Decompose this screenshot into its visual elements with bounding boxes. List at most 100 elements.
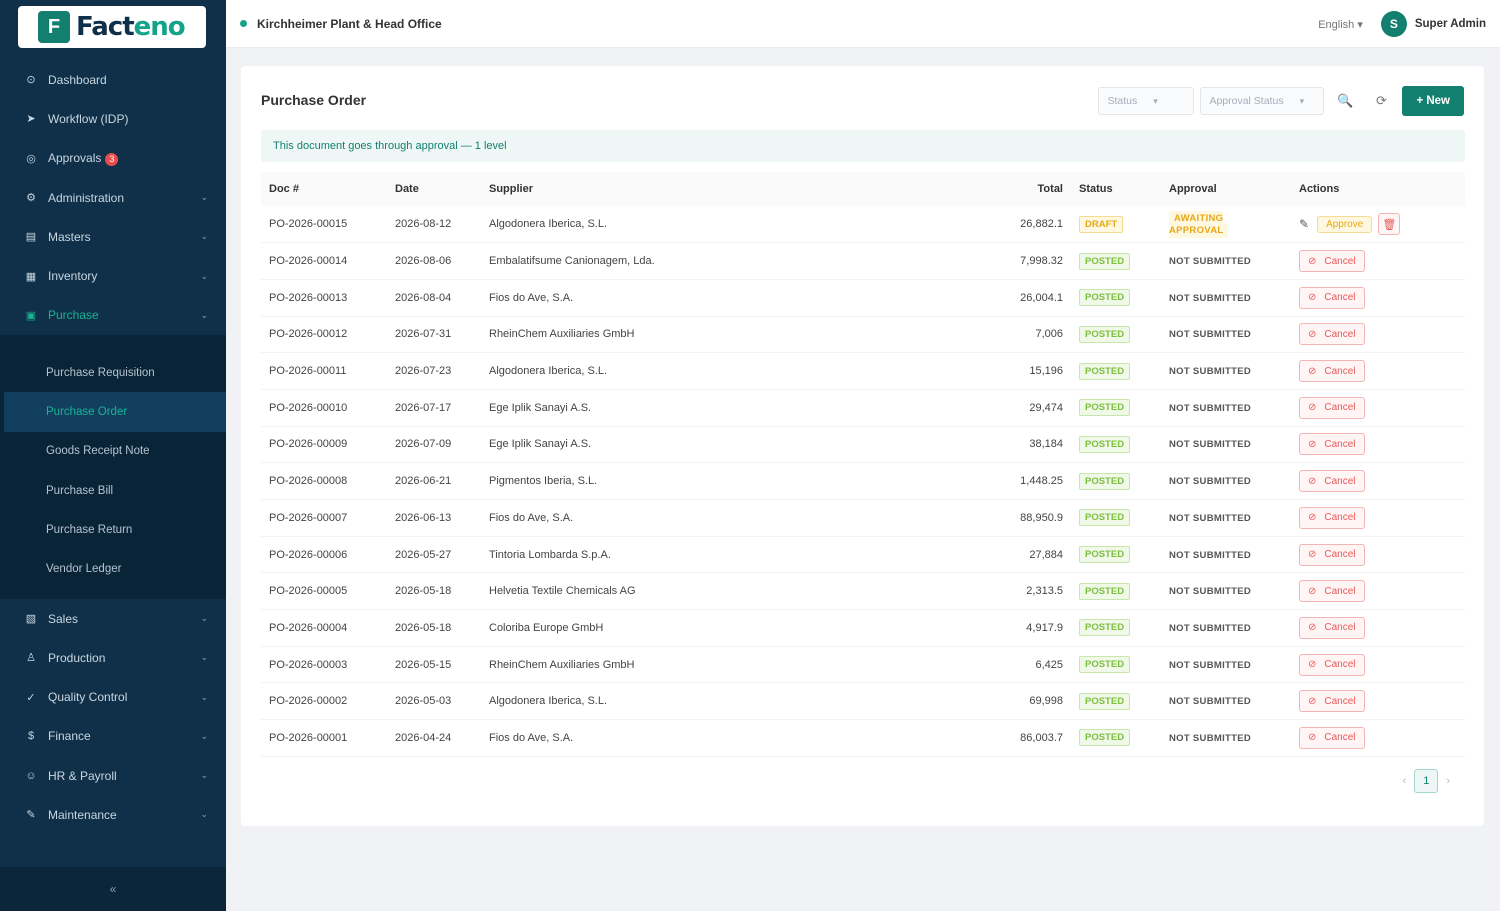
table-row[interactable]: PO-2026-00003 2026-05-15 RheinChem Auxilia…: [261, 646, 1465, 684]
cell-doc[interactable]: PO-2026-00003: [261, 646, 387, 684]
cancel-button[interactable]: ⊘ Cancel: [1299, 286, 1365, 309]
sidebar-subitem-purchase-order[interactable]: Purchase Order: [4, 392, 226, 432]
cell-total: 27,884: [961, 536, 1071, 574]
cell-actions: ⊘ Cancel: [1291, 499, 1465, 537]
cell-approval: NOT SUBMITTED: [1161, 389, 1291, 427]
delete-icon[interactable]: 🗑: [1378, 213, 1401, 236]
edit-icon[interactable]: ✎: [1299, 217, 1309, 231]
user-name[interactable]: Super Admin: [1415, 18, 1486, 30]
sidebar-item-sales[interactable]: ▧ Sales ⌄: [0, 599, 226, 638]
sidebar-item-maintenance[interactable]: ✎ Maintenance ⌄: [0, 795, 226, 834]
nav-icon: ✓: [26, 691, 36, 704]
cancel-button[interactable]: ⊘ Cancel: [1299, 653, 1365, 676]
header-doc[interactable]: Doc #: [261, 172, 387, 206]
sidebar-item-workflow-idp[interactable]: ➤ Workflow (IDP): [0, 99, 226, 138]
cell-doc[interactable]: PO-2026-00015: [261, 206, 387, 244]
sidebar-collapse-button[interactable]: «: [0, 867, 226, 911]
cell-doc[interactable]: PO-2026-00006: [261, 536, 387, 574]
approve-button[interactable]: Approve: [1317, 215, 1373, 233]
table-row[interactable]: PO-2026-00006 2026-05-27 Tintoria Lombarda…: [261, 536, 1465, 574]
cell-doc[interactable]: PO-2026-00010: [261, 389, 387, 427]
table-row[interactable]: PO-2026-00014 2026-08-06 Embalatifsume Can…: [261, 242, 1465, 280]
cancel-button[interactable]: ⊘ Cancel: [1299, 323, 1365, 346]
cell-doc[interactable]: PO-2026-00014: [261, 242, 387, 280]
cancel-button[interactable]: ⊘ Cancel: [1299, 470, 1365, 493]
cell-status: POSTED: [1071, 682, 1161, 721]
sidebar-subitem-purchase-requisition[interactable]: Purchase Requisition: [0, 353, 226, 392]
cell-actions: ⊘ Cancel: [1291, 572, 1465, 611]
cell-doc[interactable]: PO-2026-00002: [261, 682, 387, 721]
sidebar-item-quality-control[interactable]: ✓ Quality Control ⌄: [0, 677, 226, 716]
table-row[interactable]: PO-2026-00001 2026-04-24 Fios do Ave, S.A.…: [261, 719, 1465, 757]
sidebar-item-label: Approvals 3: [48, 151, 208, 166]
refresh-icon[interactable]: ⟳: [1366, 87, 1396, 115]
table-row[interactable]: PO-2026-00005 2026-05-18 Helvetia Textile …: [261, 572, 1465, 611]
header-date[interactable]: Date: [387, 172, 481, 206]
sidebar-item-dashboard[interactable]: ⊙ Dashboard: [0, 60, 226, 99]
cell-doc[interactable]: PO-2026-00009: [261, 426, 387, 464]
table-row[interactable]: PO-2026-00004 2026-05-18 Coloriba Europe G…: [261, 609, 1465, 647]
cancel-button[interactable]: ⊘ Cancel: [1299, 543, 1365, 566]
sidebar-item-hr-payroll[interactable]: ☺ HR & Payroll ⌄: [0, 756, 226, 795]
language-selector[interactable]: English ▾: [1318, 18, 1363, 31]
header-supplier[interactable]: Supplier: [481, 172, 961, 206]
table-row[interactable]: PO-2026-00012 2026-07-31 RheinChem Auxilia…: [261, 316, 1465, 354]
cell-status: POSTED: [1071, 242, 1161, 280]
table-row[interactable]: PO-2026-00007 2026-06-13 Fios do Ave, S.A.…: [261, 499, 1465, 537]
sidebar-item-inventory[interactable]: ▦ Inventory ⌄: [0, 256, 226, 295]
sidebar-subitem-vendor-ledger[interactable]: Vendor Ledger: [0, 550, 226, 589]
cancel-button[interactable]: ⊘ Cancel: [1299, 616, 1365, 639]
sidebar-item-purchase[interactable]: ▣ Purchase ⌄: [0, 296, 226, 335]
sidebar-subitem-purchase-bill[interactable]: Purchase Bill: [0, 471, 226, 510]
cell-doc[interactable]: PO-2026-00012: [261, 316, 387, 354]
cancel-button[interactable]: ⊘ Cancel: [1299, 690, 1365, 713]
approval-filter-select[interactable]: Approval Status ▾: [1200, 87, 1325, 115]
cell-doc[interactable]: PO-2026-00011: [261, 352, 387, 390]
next-page-button[interactable]: ›: [1446, 775, 1450, 787]
header-actions: Actions: [1299, 183, 1340, 195]
table-row[interactable]: PO-2026-00008 2026-06-21 Pigmentos Iberia,…: [261, 462, 1465, 500]
header-approval[interactable]: Approval: [1161, 172, 1291, 206]
sidebar-item-masters[interactable]: ▤ Masters ⌄: [0, 217, 226, 256]
cancel-button[interactable]: ⊘ Cancel: [1299, 360, 1365, 383]
prev-page-button[interactable]: ‹: [1403, 775, 1407, 787]
cell-actions: ⊘ Cancel: [1291, 719, 1465, 757]
sidebar-item-finance[interactable]: $ Finance ⌄: [0, 717, 226, 756]
table-row[interactable]: PO-2026-00015 2026-08-12 Algodonera Iberic…: [261, 206, 1465, 244]
sidebar-subitem-goods-receipt-note[interactable]: Goods Receipt Note: [0, 432, 226, 471]
table-row[interactable]: PO-2026-00009 2026-07-09 Ege Iplik Sanayi …: [261, 426, 1465, 464]
chevron-down-icon: ⌄: [200, 231, 208, 242]
cell-doc[interactable]: PO-2026-00004: [261, 609, 387, 647]
table-row[interactable]: PO-2026-00011 2026-07-23 Algodonera Iberic…: [261, 352, 1465, 390]
page-1-button[interactable]: 1: [1414, 769, 1439, 793]
cell-actions: ⊘ Cancel: [1291, 609, 1465, 647]
header-status[interactable]: Status: [1071, 172, 1161, 206]
approval-status: NOT SUBMITTED: [1169, 586, 1252, 598]
cancel-button[interactable]: ⊘ Cancel: [1299, 396, 1365, 419]
cell-doc[interactable]: PO-2026-00005: [261, 572, 387, 611]
table-row[interactable]: PO-2026-00013 2026-08-04 Fios do Ave, S.A.…: [261, 279, 1465, 317]
table-row[interactable]: PO-2026-00010 2026-07-17 Ege Iplik Sanayi …: [261, 389, 1465, 427]
sidebar-subitem-purchase-return[interactable]: Purchase Return: [0, 510, 226, 549]
cancel-button[interactable]: ⊘ Cancel: [1299, 433, 1365, 456]
cell-doc[interactable]: PO-2026-00008: [261, 462, 387, 500]
search-icon[interactable]: 🔍: [1330, 87, 1360, 115]
new-button[interactable]: + New: [1402, 86, 1464, 116]
cancel-button[interactable]: ⊘ Cancel: [1299, 580, 1365, 603]
sidebar-item-production[interactable]: ♙ Production ⌄: [0, 638, 226, 677]
brand-logo[interactable]: F Facteno: [18, 6, 206, 48]
table-row[interactable]: PO-2026-00002 2026-05-03 Algodonera Iberic…: [261, 682, 1465, 721]
status-filter-select[interactable]: Status ▾: [1098, 87, 1195, 115]
cancel-button[interactable]: ⊘ Cancel: [1299, 726, 1365, 749]
cell-doc[interactable]: PO-2026-00001: [261, 719, 387, 757]
cell-approval: NOT SUBMITTED: [1161, 499, 1291, 537]
sidebar-item-administration[interactable]: ⚙ Administration ⌄: [0, 178, 226, 217]
cancel-button[interactable]: ⊘ Cancel: [1299, 506, 1365, 529]
cell-doc[interactable]: PO-2026-00013: [261, 279, 387, 317]
cell-doc[interactable]: PO-2026-00007: [261, 499, 387, 537]
avatar[interactable]: S: [1380, 11, 1407, 37]
plant-selector[interactable]: Kirchheimer Plant & Head Office: [257, 17, 442, 31]
sidebar-item-approvals[interactable]: ◎ Approvals 3: [0, 139, 226, 178]
cancel-button[interactable]: ⊘ Cancel: [1299, 250, 1365, 273]
header-total[interactable]: Total: [961, 172, 1071, 206]
